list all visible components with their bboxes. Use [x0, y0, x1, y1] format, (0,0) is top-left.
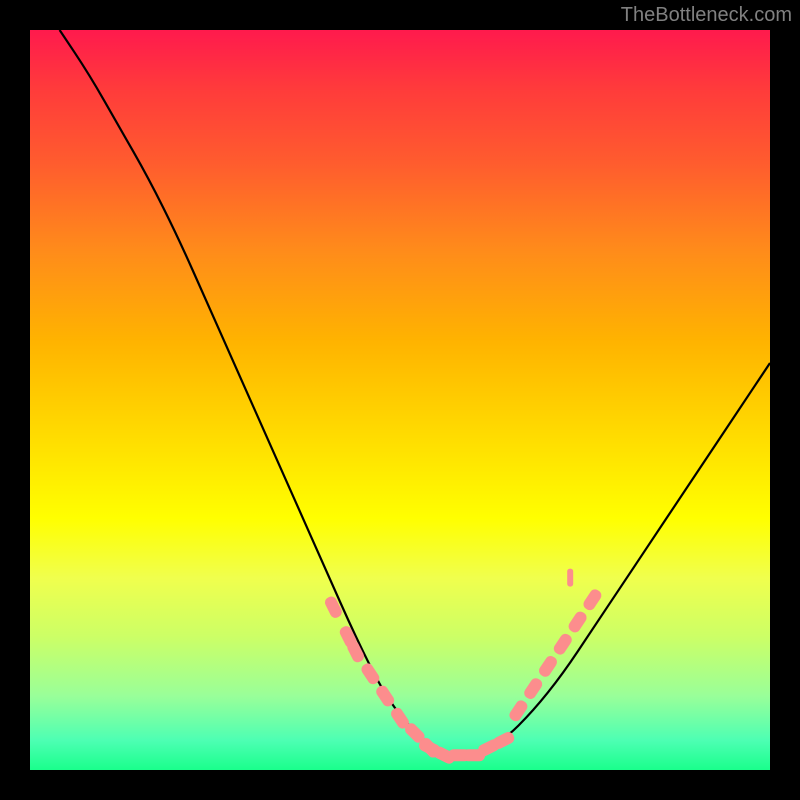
chart-container: TheBottleneck.com — [0, 0, 800, 800]
chart-plot-area — [30, 30, 770, 770]
watermark-text: TheBottleneck.com — [621, 4, 792, 27]
